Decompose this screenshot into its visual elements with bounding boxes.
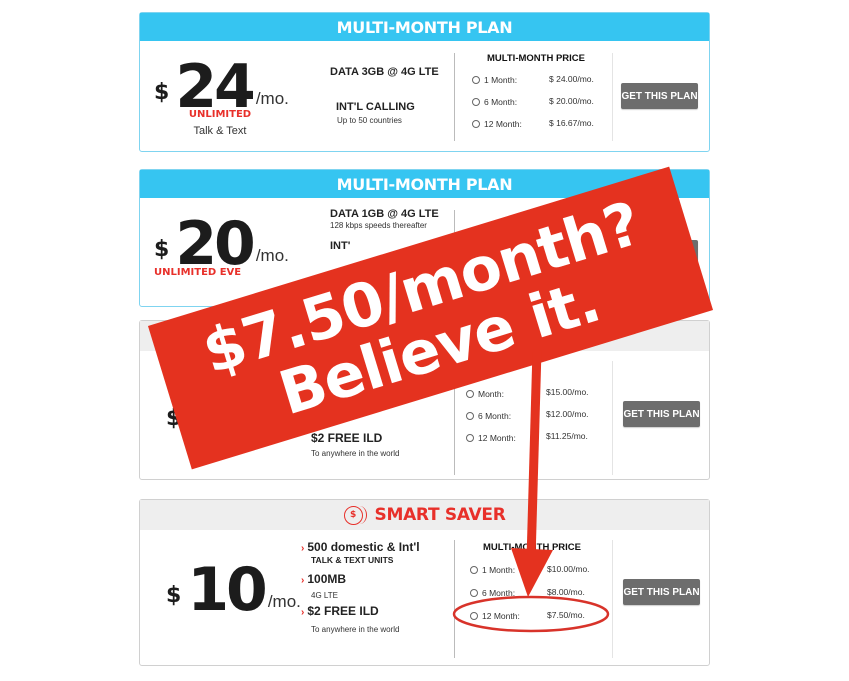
unlimited-label: UNLIMITED EVE bbox=[154, 267, 242, 278]
chevron-right-icon: › bbox=[301, 607, 305, 618]
data-feature-sub: 128 kbps speeds thereafter bbox=[330, 221, 427, 230]
data-feature-sub: 4G LTE bbox=[311, 591, 338, 600]
chevron-right-icon: › bbox=[301, 575, 305, 586]
price-amount: 20 bbox=[175, 209, 255, 279]
talk-text-sub: TALK & TEXT UNITS bbox=[311, 555, 394, 565]
option-label: 12 Month: bbox=[484, 119, 522, 129]
feature-title: 500 domestic & Int'l bbox=[307, 540, 420, 554]
intl-calling-sub: Up to 50 countries bbox=[337, 116, 402, 125]
plan-price: $ 20 /mo. bbox=[154, 214, 289, 274]
smart-saver-title: SMART SAVER bbox=[374, 505, 506, 525]
option-label: 12 Month: bbox=[478, 433, 516, 443]
option-12-month[interactable]: 12 Month: bbox=[466, 433, 516, 443]
price-period: /mo. bbox=[267, 592, 301, 611]
option-12-month[interactable]: 12 Month: bbox=[472, 119, 522, 129]
radio-button[interactable] bbox=[470, 589, 478, 597]
divider bbox=[612, 361, 613, 475]
option-1-month[interactable]: Month: bbox=[466, 389, 504, 399]
option-label: 6 Month: bbox=[482, 588, 516, 598]
free-ild-sub: To anywhere in the world bbox=[311, 449, 400, 458]
option-price: $ 16.67/mo. bbox=[549, 118, 594, 128]
radio-button[interactable] bbox=[472, 76, 480, 84]
option-price: $7.50/mo. bbox=[547, 610, 585, 620]
option-label: 12 Month: bbox=[482, 611, 520, 621]
price-amount: 10 bbox=[187, 555, 267, 625]
option-12-month[interactable]: 12 Month: bbox=[470, 611, 520, 621]
option-label: 1 Month: bbox=[482, 565, 516, 575]
free-ild-sub: To anywhere in the world bbox=[311, 625, 400, 634]
plan-card-smart-saver: $ SMART SAVER $ 10 /mo. › 500 domestic & … bbox=[139, 499, 710, 666]
data-feature: DATA 1GB @ 4G LTE bbox=[330, 208, 439, 220]
feature-title: 100MB bbox=[307, 572, 347, 586]
price-period: /mo. bbox=[255, 246, 289, 265]
option-price: $10.00/mo. bbox=[547, 564, 590, 574]
get-this-plan-button[interactable]: GET THIS PLAN bbox=[623, 401, 700, 427]
option-price: $8.00/mo. bbox=[547, 587, 585, 597]
plan-card-24: MULTI-MONTH PLAN $ 24 /mo. UNLIMITED Tal… bbox=[139, 12, 710, 152]
option-label: 6 Month: bbox=[484, 97, 518, 107]
radio-button[interactable] bbox=[466, 412, 474, 420]
intl-calling-feature: INT'L CALLING bbox=[336, 101, 415, 113]
radio-button[interactable] bbox=[466, 434, 474, 442]
option-price: $12.00/mo. bbox=[546, 409, 589, 419]
radio-button[interactable] bbox=[470, 566, 478, 574]
get-this-plan-button[interactable]: GET THIS PLAN bbox=[621, 83, 698, 109]
data-feature: DATA 3GB @ 4G LTE bbox=[330, 66, 439, 78]
radio-button[interactable] bbox=[472, 98, 480, 106]
get-this-plan-button[interactable]: GET THIS PLAN bbox=[623, 579, 700, 605]
plan-header: $ SMART SAVER bbox=[140, 500, 709, 530]
chevron-right-icon: › bbox=[301, 543, 305, 554]
option-1-month[interactable]: 1 Month: bbox=[472, 75, 517, 85]
option-price: $ 20.00/mo. bbox=[549, 96, 594, 106]
unlimited-label: UNLIMITED bbox=[188, 109, 252, 120]
currency-symbol: $ bbox=[154, 237, 170, 262]
free-ild-feature: › $2 FREE ILD bbox=[301, 604, 379, 618]
option-label: Month: bbox=[478, 389, 504, 399]
intl-calling-feature: INT' bbox=[330, 240, 351, 252]
price-amount: 24 bbox=[175, 52, 255, 122]
talk-text-label: Talk & Text bbox=[193, 125, 247, 137]
multi-month-price-title: MULTI-MONTH PRICE bbox=[487, 53, 585, 64]
option-6-month[interactable]: 6 Month: bbox=[466, 411, 511, 421]
plan-price: $ 10 /mo. bbox=[166, 560, 301, 620]
radio-button[interactable] bbox=[466, 390, 474, 398]
option-6-month[interactable]: 6 Month: bbox=[470, 588, 515, 598]
divider bbox=[612, 540, 613, 658]
radio-button[interactable] bbox=[470, 612, 478, 620]
feature-title: $2 FREE ILD bbox=[307, 604, 379, 618]
price-period: /mo. bbox=[255, 89, 289, 108]
currency-symbol: $ bbox=[154, 80, 170, 105]
coin-icon: $ bbox=[343, 505, 367, 525]
option-label: 6 Month: bbox=[478, 411, 512, 421]
option-price: $11.25/mo. bbox=[546, 431, 588, 441]
plan-header: MULTI-MONTH PLAN bbox=[140, 13, 709, 41]
multi-month-price-title: MULTI-MONTH PRICE bbox=[483, 542, 581, 553]
talk-text-feature: › 500 domestic & Int'l bbox=[301, 540, 420, 554]
currency-symbol: $ bbox=[166, 583, 182, 608]
option-6-month[interactable]: 6 Month: bbox=[472, 97, 517, 107]
option-label: 1 Month: bbox=[484, 75, 518, 85]
divider bbox=[454, 53, 455, 141]
free-ild-feature: $2 FREE ILD bbox=[311, 431, 383, 445]
radio-button[interactable] bbox=[472, 120, 480, 128]
plan-price: $ 24 /mo. bbox=[154, 57, 289, 117]
divider bbox=[612, 53, 613, 141]
data-feature: › 100MB bbox=[301, 572, 346, 586]
option-1-month[interactable]: 1 Month: bbox=[470, 565, 515, 575]
option-price: $ 24.00/mo. bbox=[549, 74, 594, 84]
option-price: $15.00/mo. bbox=[546, 387, 589, 397]
divider bbox=[454, 540, 455, 658]
